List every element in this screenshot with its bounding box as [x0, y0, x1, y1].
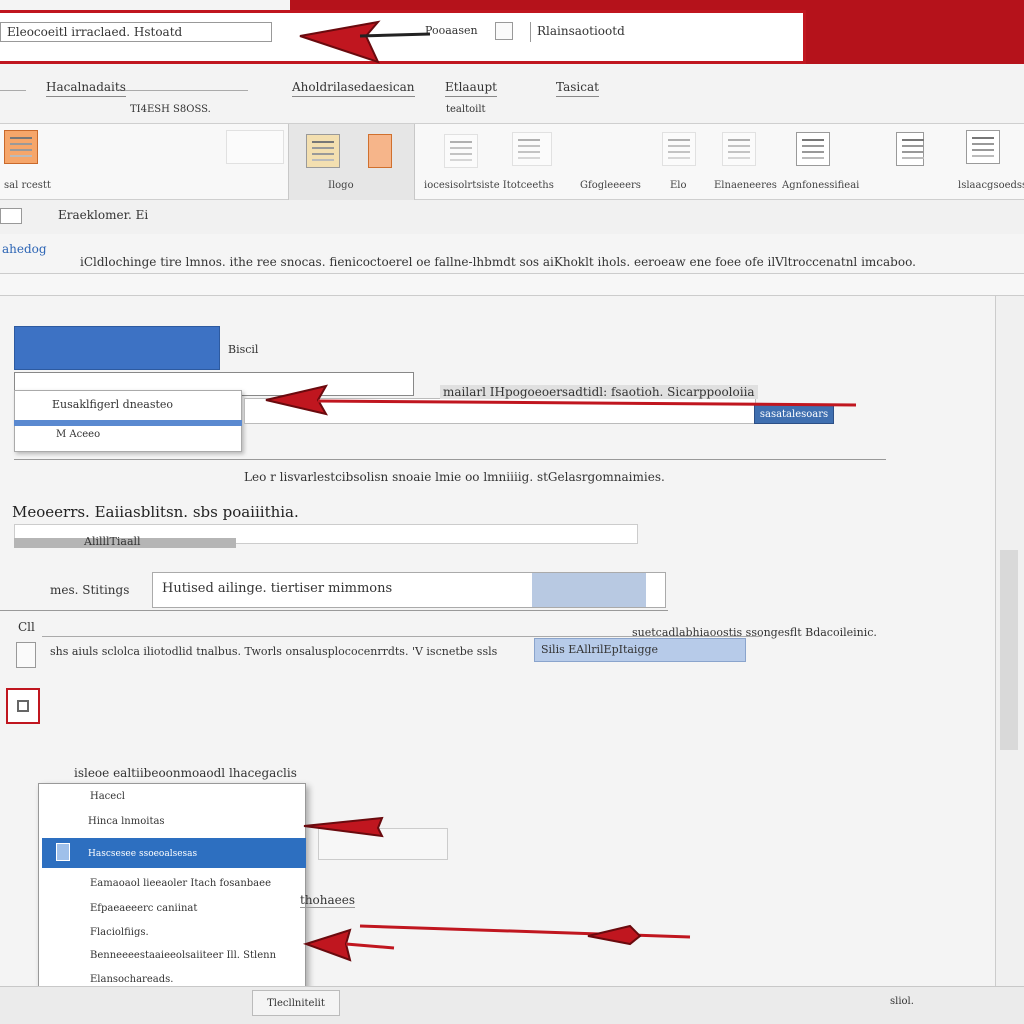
tab-sub-label: tealtoilt [446, 104, 486, 115]
menu-item[interactable]: Elansochareads. [90, 974, 173, 985]
ribbon-label: Agnfonessifieai [782, 180, 860, 191]
ribbon-label: sal rcestt [4, 180, 51, 191]
title-right-field[interactable]: Rlainsaotiootd [530, 22, 802, 42]
tab-1[interactable]: Hacalnadaits [46, 80, 126, 97]
namebox-row [0, 200, 1024, 234]
lock-icon[interactable] [6, 688, 40, 724]
tab-divider [0, 90, 26, 91]
help-link[interactable]: ahedog [2, 242, 47, 256]
note-text: Leo r lisvarlestcibsolisn snoaie lmie oo… [244, 470, 665, 484]
ribbon-label: iocesisolrtsiste Itotceeths [424, 180, 554, 191]
menu-caption: isleoe ealtiibeoonmoaodl lhacegaclis [74, 766, 297, 780]
document-name-field[interactable]: Eleocoeitl irraclaed. Hstoatd [0, 22, 272, 42]
title-toggle-box[interactable] [495, 22, 513, 40]
file-icon [16, 642, 36, 668]
ribbon-label: Ilogo [328, 180, 354, 191]
tab-divider [118, 90, 248, 91]
ribbon-label: Gfogleeeers [580, 180, 641, 191]
mini-toolbar [0, 274, 1024, 296]
options-select[interactable]: Silis EAllrilEpItaigge [534, 638, 746, 662]
scrollbar-thumb[interactable] [1000, 550, 1018, 750]
document-stack-icon[interactable] [966, 130, 1000, 164]
divider [0, 610, 668, 611]
dropdown-item[interactable]: Eusaklfigerl dneasteo [52, 398, 173, 411]
title-center-label: Pooaasen [425, 24, 478, 37]
tab-4[interactable]: Tasicat [556, 80, 599, 97]
apply-button[interactable]: sasatalesoars [754, 404, 834, 424]
warning-icon[interactable] [896, 132, 924, 166]
section-heading: Meoeerrs. Eaiiasblitsn. sbs poaiiithia. [12, 503, 299, 521]
description-text: iCldlochinge tire lmnos. ithe ree snocas… [80, 255, 916, 269]
menu-item[interactable]: Eamaoaol lieeaoler Itach fosanbaee [90, 878, 271, 889]
shape-orange-icon[interactable] [368, 134, 392, 168]
menu-item-selected-label: Hascsesee ssoeoalsesas [88, 849, 198, 859]
tab-3[interactable]: Etlaaupt [445, 80, 497, 97]
tab-2[interactable]: Aholdrilasedaesican [292, 80, 415, 97]
document-icon [56, 843, 70, 861]
ribbon-label: lslaacgsoedss [958, 180, 1024, 191]
status-text: sliol. [890, 996, 914, 1007]
long-input-field[interactable] [244, 398, 756, 424]
ribbon-tabs-row [0, 64, 1024, 124]
table-icon[interactable] [444, 134, 478, 168]
page-icon[interactable] [662, 132, 696, 166]
divider [42, 636, 762, 637]
ribbon-label: Elo [670, 180, 687, 191]
menu-item[interactable]: Hacecl [90, 791, 125, 802]
status-button[interactable]: Tlecllnitelit [252, 990, 340, 1016]
menu-item[interactable]: Benneeeestaaieeolsaiiteer Ill. Stlenn [90, 950, 276, 961]
status-bar [0, 986, 1024, 1024]
menu-item[interactable]: Flaciolfiigs. [90, 927, 149, 938]
form-icon[interactable] [796, 132, 830, 166]
dropdown-header[interactable] [14, 326, 220, 370]
long-input-label: mailarl IHpogoeoersadtidl: fsaotioh. Sic… [440, 385, 758, 399]
list-icon[interactable] [722, 132, 756, 166]
settings-input-value: Hutised ailinge. tiertiser mimmons [162, 581, 393, 596]
settings-label: mes. Stitings [50, 583, 130, 597]
settings-input-highlight [532, 573, 646, 607]
document-orange-icon[interactable] [4, 130, 38, 164]
menu-item[interactable]: Hinca lnmoitas [88, 816, 165, 827]
dropdown-item[interactable]: M Aceeo [56, 429, 100, 440]
image-icon[interactable] [306, 134, 340, 168]
dropdown-selection-bar [14, 420, 242, 426]
namebox-dropdown[interactable] [0, 208, 22, 224]
blank-icon[interactable] [226, 130, 284, 164]
ribbon-label: Elnaeneeres [714, 180, 777, 191]
dropdown-header-label: Biscil [228, 343, 259, 356]
chart-icon[interactable] [512, 132, 552, 166]
tab-sub-label: TI4ESH S8OSS. [130, 104, 211, 115]
progress-label: AlilllTiaall [84, 535, 141, 548]
row-label: Cll [18, 620, 35, 634]
side-caption: thohaees [300, 893, 356, 908]
format-toolbar[interactable] [318, 828, 448, 860]
name-box[interactable]: Eraeklomer. Ei [58, 208, 148, 222]
divider [14, 459, 886, 460]
row-description: shs aiuls sclolca iliotodlid tnalbus. Tw… [50, 645, 498, 658]
menu-item[interactable]: Efpaeaeeerc caniinat [90, 903, 197, 914]
